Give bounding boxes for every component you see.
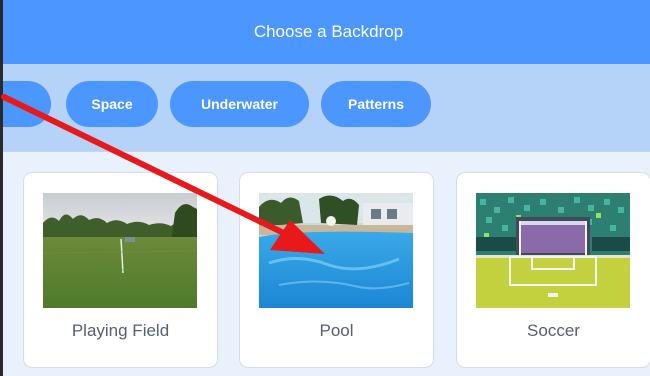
backdrop-name: Pool xyxy=(319,321,354,340)
modal-title: Choose a Backdrop xyxy=(253,22,404,41)
category-filter-bar: Space Underwater Patterns xyxy=(3,64,650,152)
backdrop-library-modal: Choose a Backdrop Space Underwater Patte… xyxy=(0,0,650,376)
filter-button-partial[interactable] xyxy=(3,81,51,127)
filter-button-underwater[interactable]: Underwater xyxy=(170,81,309,127)
playing-field-thumbnail xyxy=(43,193,197,308)
backdrop-card-soccer[interactable]: Soccer xyxy=(456,172,650,368)
filter-button-patterns[interactable]: Patterns xyxy=(321,81,431,127)
pool-thumbnail xyxy=(259,193,413,308)
filter-button-space[interactable]: Space xyxy=(66,81,158,127)
modal-header: Choose a Backdrop xyxy=(3,0,650,64)
backdrop-name: Soccer xyxy=(527,321,580,340)
backdrop-card-playing-field[interactable]: Playing Field xyxy=(23,172,218,368)
backdrop-name: Playing Field xyxy=(71,321,170,340)
backdrop-card-pool[interactable]: Pool xyxy=(239,172,434,368)
soccer-thumbnail xyxy=(476,193,630,308)
